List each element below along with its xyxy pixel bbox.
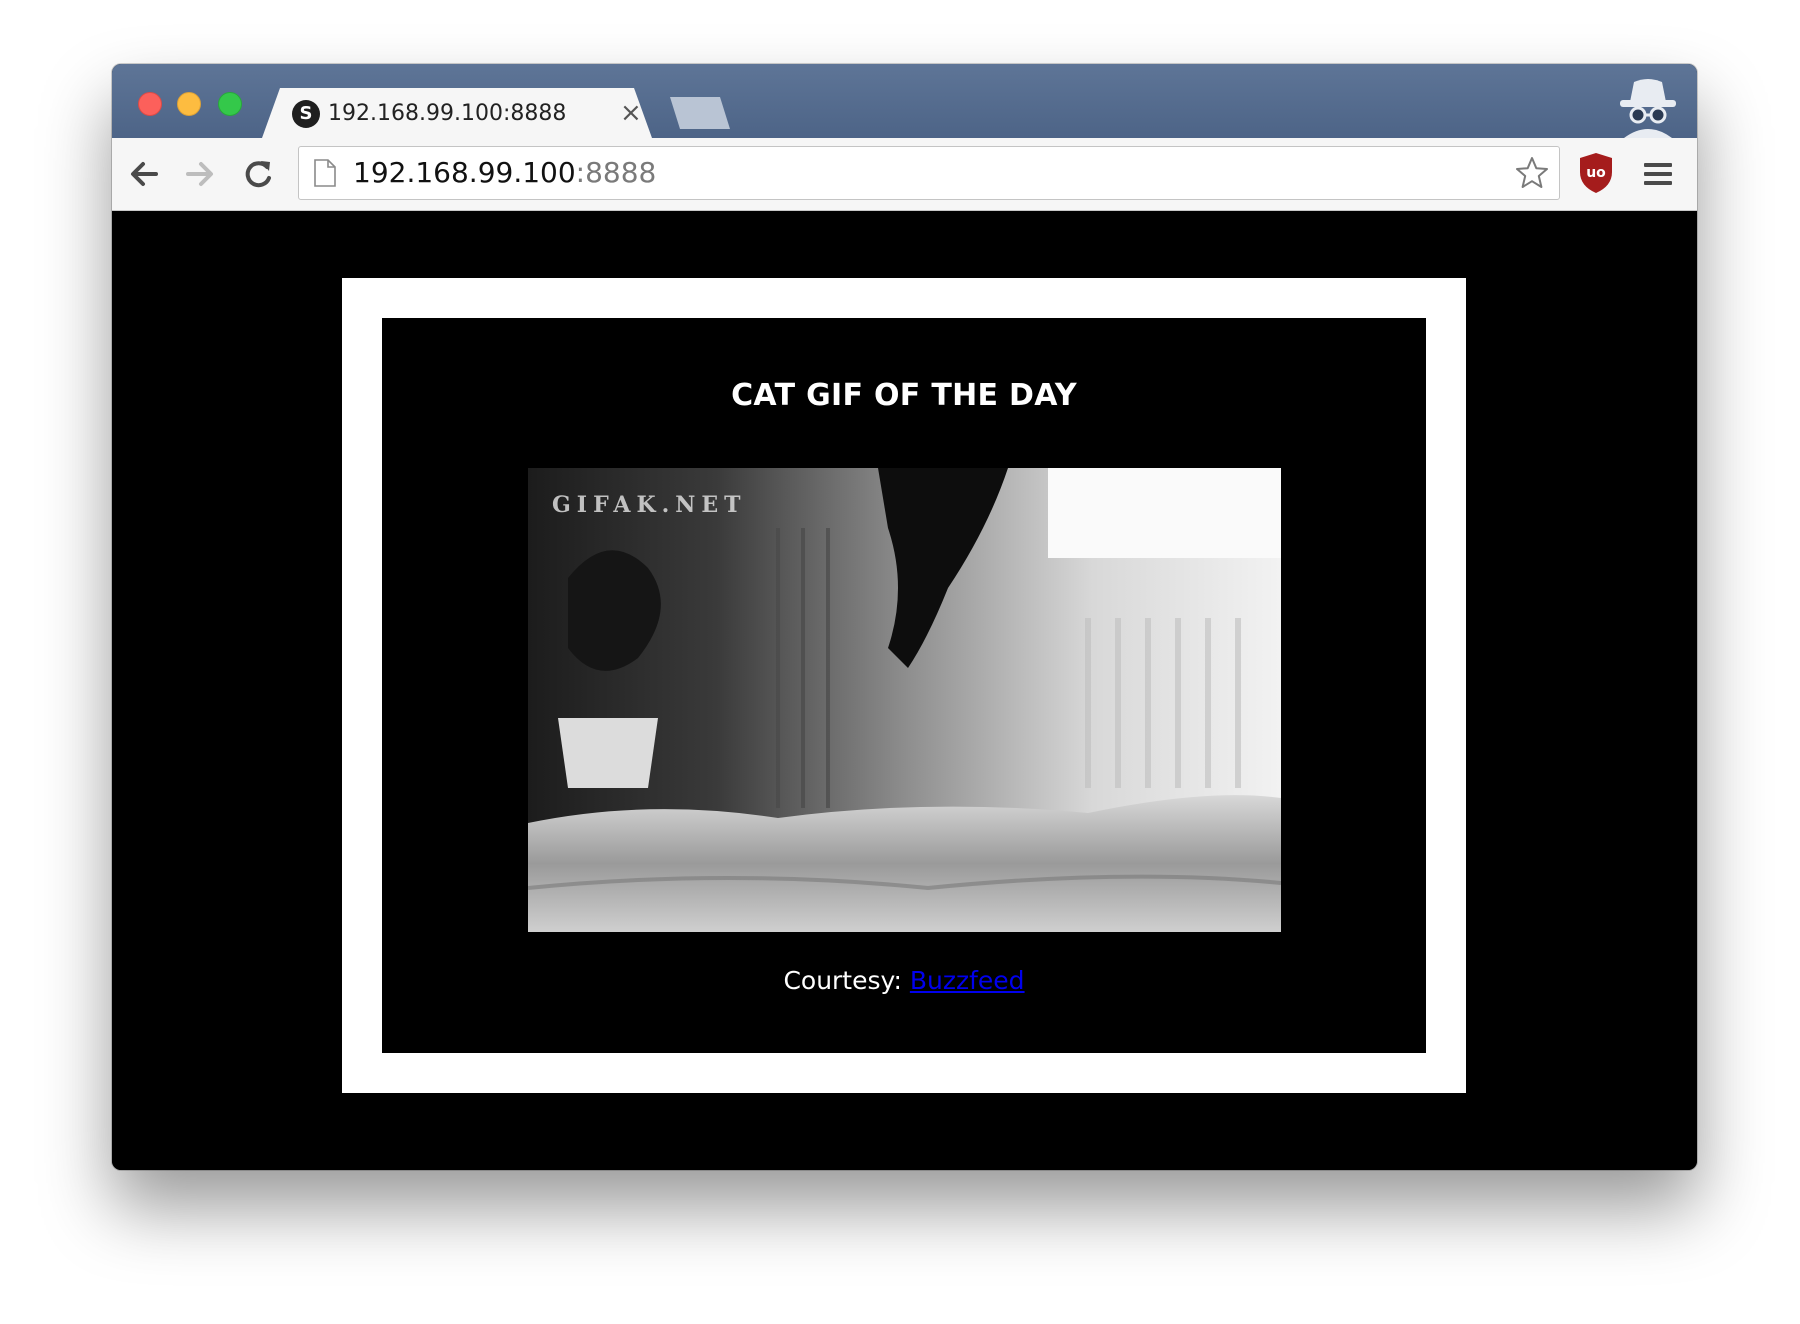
white-frame: CAT GIF OF THE DAY GIFAK.NET Courtesy: B… xyxy=(342,278,1466,1093)
forward-arrow-icon[interactable] xyxy=(182,156,218,192)
gif-watermark: GIFAK.NET xyxy=(552,492,747,518)
close-window-button[interactable] xyxy=(138,92,162,116)
content-panel: CAT GIF OF THE DAY GIFAK.NET Courtesy: B… xyxy=(382,318,1426,1053)
svg-text:uo: uo xyxy=(1586,165,1606,181)
page-title: CAT GIF OF THE DAY xyxy=(731,378,1077,413)
url-host: 192.168.99.100 xyxy=(353,156,576,189)
cat-gif: GIFAK.NET xyxy=(528,468,1281,932)
url-port: :8888 xyxy=(575,156,657,189)
courtesy-label: Courtesy: xyxy=(783,966,902,995)
buzzfeed-link[interactable]: Buzzfeed xyxy=(910,966,1025,995)
url-text: 192.168.99.100:8888 xyxy=(353,157,656,189)
toolbar: 192.168.99.100:8888 uo xyxy=(112,138,1697,211)
hamburger-menu-icon[interactable] xyxy=(1642,160,1674,188)
back-arrow-icon[interactable] xyxy=(126,156,162,192)
cat-gif-artwork xyxy=(528,468,1281,932)
incognito-icon xyxy=(1620,79,1676,138)
courtesy-line: Courtesy: Buzzfeed xyxy=(382,966,1426,995)
minimize-window-button[interactable] xyxy=(177,92,201,116)
tab-title: 192.168.99.100:8888 xyxy=(328,101,567,126)
reload-icon[interactable] xyxy=(240,156,276,192)
tab-favicon: S xyxy=(292,100,320,128)
browser-window: S 192.168.99.100:8888 × 192.168.99.100:8… xyxy=(112,64,1697,1170)
page-viewport: CAT GIF OF THE DAY GIFAK.NET Courtesy: B… xyxy=(112,211,1697,1170)
page-icon xyxy=(314,159,336,187)
maximize-window-button[interactable] xyxy=(218,92,242,116)
address-bar[interactable]: 192.168.99.100:8888 xyxy=(298,146,1560,200)
ublock-origin-icon[interactable]: uo xyxy=(1578,152,1614,194)
new-tab-button[interactable] xyxy=(670,97,730,129)
title-bar: S 192.168.99.100:8888 × xyxy=(112,64,1697,138)
tab-active[interactable]: S 192.168.99.100:8888 × xyxy=(262,88,652,138)
tab-close-button[interactable]: × xyxy=(620,98,642,128)
star-icon[interactable] xyxy=(1515,156,1549,190)
